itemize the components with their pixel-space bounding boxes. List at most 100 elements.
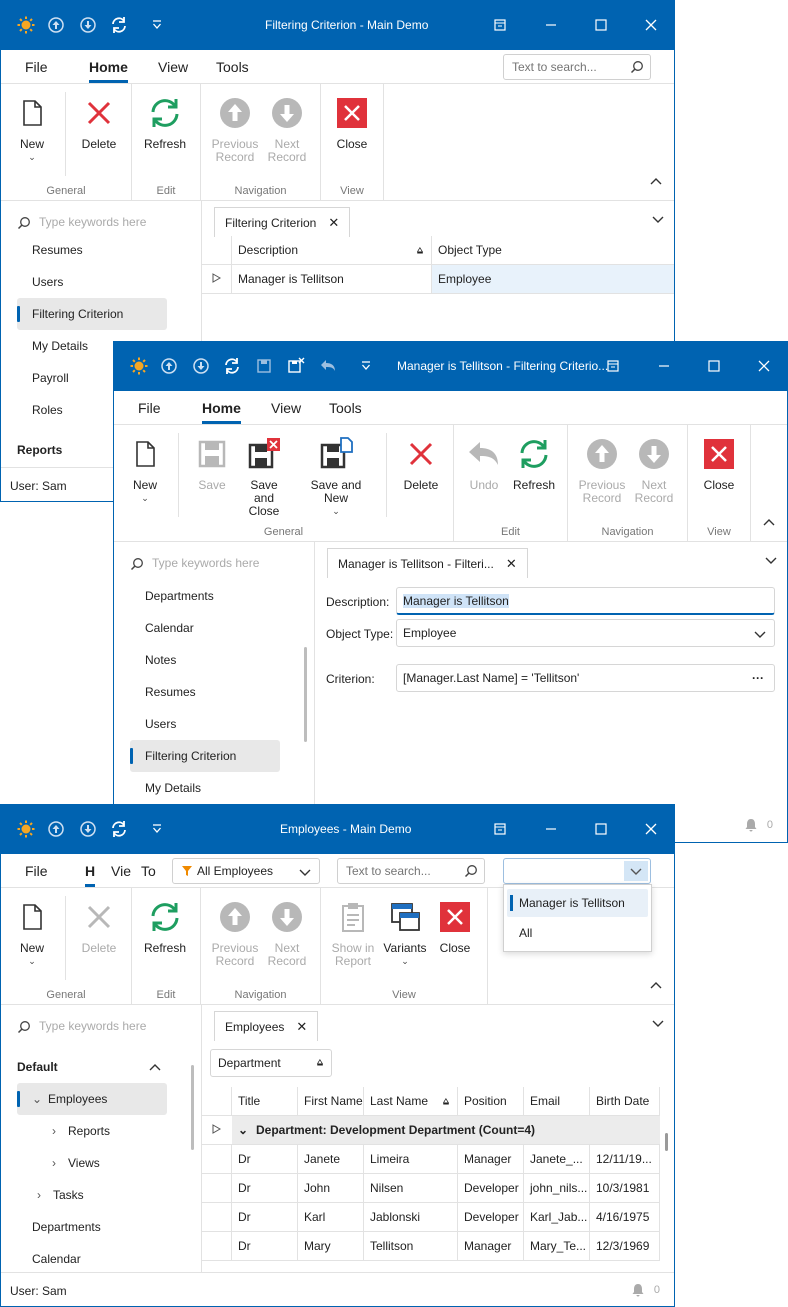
cell-position[interactable]: Manager	[458, 1145, 524, 1174]
group-chip-department[interactable]: Department ⩠	[210, 1049, 332, 1077]
nav-item-users[interactable]: Users	[130, 708, 280, 740]
nav-item-reports[interactable]: › Reports	[17, 1115, 167, 1147]
close-tab-icon[interactable]: ✕	[296, 1019, 307, 1034]
refresh-icon[interactable]	[110, 820, 128, 838]
dropdown-option-all[interactable]: All	[507, 919, 648, 947]
delete-button[interactable]: Delete	[391, 437, 451, 492]
close-tab-icon[interactable]: ✕	[328, 215, 339, 230]
nav-group-default[interactable]: Default	[17, 1060, 58, 1074]
menu-tools[interactable]: Tools	[216, 59, 249, 75]
cell-title[interactable]: Dr	[232, 1145, 298, 1174]
minimize-icon[interactable]	[540, 818, 562, 840]
restore-layout-icon[interactable]	[602, 355, 624, 377]
row-indicator[interactable]	[202, 1145, 232, 1174]
criterion-field[interactable]: [Manager.Last Name] = 'Tellitson' ···	[396, 664, 775, 692]
menu-tools[interactable]: To	[141, 863, 156, 879]
refresh-icon[interactable]	[223, 357, 241, 375]
cell-email[interactable]: Mary_Te...	[524, 1232, 590, 1261]
row-indicator[interactable]	[202, 1232, 232, 1261]
column-header-position[interactable]: Position	[458, 1087, 524, 1116]
nav-item-users[interactable]: Users	[17, 266, 167, 298]
chevron-down-icon[interactable]	[652, 213, 664, 225]
close-tab-icon[interactable]: ✕	[506, 556, 517, 571]
previous-record-icon[interactable]	[47, 16, 65, 34]
group-row-expand-icon[interactable]	[202, 1116, 232, 1145]
undo-icon[interactable]	[319, 357, 337, 375]
nav-item-calendar[interactable]: Calendar	[130, 612, 280, 644]
nav-item-departments[interactable]: Departments	[130, 580, 280, 612]
grid-scrollbar[interactable]	[665, 1133, 668, 1151]
nav-item-my-details[interactable]: My Details	[130, 772, 280, 804]
cell-object-type[interactable]: Employee	[432, 265, 674, 294]
menu-file[interactable]: File	[138, 400, 161, 416]
nav-scrollbar[interactable]	[304, 647, 307, 742]
row-indicator[interactable]	[202, 1203, 232, 1232]
ellipsis-icon[interactable]: ···	[752, 665, 764, 691]
row-indicator[interactable]	[202, 1174, 232, 1203]
cell-email[interactable]: Janete_...	[524, 1145, 590, 1174]
cell-email[interactable]: john_nils...	[524, 1174, 590, 1203]
next-record-icon[interactable]	[79, 820, 97, 838]
menu-view[interactable]: Vie	[111, 863, 131, 879]
chevron-down-icon[interactable]: ⌄	[238, 1116, 256, 1144]
dropdown-option-manager-is-tellitson[interactable]: Manager is Tellitson	[507, 889, 648, 917]
save-button[interactable]: Save	[182, 437, 242, 492]
menu-view[interactable]: View	[158, 59, 188, 75]
cell-title[interactable]: Dr	[232, 1203, 298, 1232]
close-button[interactable]: Close	[689, 437, 749, 492]
menu-file[interactable]: File	[25, 863, 48, 879]
restore-layout-icon[interactable]	[489, 818, 511, 840]
collapse-ribbon-icon[interactable]	[650, 176, 662, 188]
nav-item-resumes[interactable]: Resumes	[17, 234, 167, 266]
cell-position[interactable]: Developer	[458, 1174, 524, 1203]
dropdown-button[interactable]	[624, 861, 648, 881]
search-box[interactable]	[337, 858, 485, 884]
column-header-last-name[interactable]: Last Name ⩠	[364, 1087, 458, 1116]
chevron-down-icon[interactable]	[652, 1017, 664, 1029]
customize-toolbar-icon[interactable]	[148, 16, 166, 34]
cell-first-name[interactable]: John	[298, 1174, 364, 1203]
nav-item-calendar[interactable]: Calendar	[17, 1243, 167, 1275]
menu-view[interactable]: View	[271, 400, 301, 416]
column-header-birth-date[interactable]: Birth Date	[590, 1087, 660, 1116]
search-box[interactable]	[503, 54, 651, 80]
collapse-ribbon-icon[interactable]	[650, 980, 662, 992]
cell-position[interactable]: Developer	[458, 1203, 524, 1232]
minimize-icon[interactable]	[653, 355, 675, 377]
previous-record-icon[interactable]	[47, 820, 65, 838]
new-button[interactable]: New ⌄	[2, 96, 62, 163]
nav-group-reports[interactable]: Reports	[17, 443, 62, 457]
cell-last-name[interactable]: Tellitson	[364, 1232, 458, 1261]
restore-layout-icon[interactable]	[489, 14, 511, 36]
chevron-up-icon[interactable]	[149, 1062, 161, 1074]
collapse-ribbon-icon[interactable]	[763, 517, 775, 529]
nav-item-departments[interactable]: Departments	[17, 1211, 167, 1243]
nav-item-employees[interactable]: ⌄ Employees	[17, 1083, 167, 1115]
next-record-button[interactable]: Next Record	[257, 96, 317, 164]
refresh-button[interactable]: Refresh	[135, 900, 195, 955]
column-header-first-name[interactable]: First Name	[298, 1087, 364, 1116]
cell-email[interactable]: Karl_Jab...	[524, 1203, 590, 1232]
close-window-icon[interactable]	[640, 818, 662, 840]
criterion-combo[interactable]	[503, 858, 651, 884]
cell-last-name[interactable]: Nilsen	[364, 1174, 458, 1203]
menu-file[interactable]: File	[25, 59, 48, 75]
column-header-email[interactable]: Email	[524, 1087, 590, 1116]
customize-toolbar-icon[interactable]	[357, 357, 375, 375]
row-expand-icon[interactable]	[202, 265, 232, 294]
filter-combo[interactable]: All Employees	[172, 858, 320, 884]
close-button[interactable]: Close	[425, 900, 485, 955]
column-header-description[interactable]: Description ⩠	[232, 236, 432, 265]
search-input[interactable]	[510, 59, 620, 75]
cell-first-name[interactable]: Karl	[298, 1203, 364, 1232]
refresh-button[interactable]: Refresh	[135, 96, 195, 151]
save-and-new-button[interactable]: Save and New ⌄	[300, 437, 372, 517]
nav-search[interactable]: Type keywords here	[17, 1019, 146, 1034]
save-and-close-icon[interactable]	[287, 357, 305, 375]
search-icon[interactable]	[630, 60, 644, 74]
search-icon[interactable]	[464, 864, 478, 878]
menu-home[interactable]: Home	[202, 400, 241, 424]
cell-last-name[interactable]: Limeira	[364, 1145, 458, 1174]
previous-record-button[interactable]: Previous Record	[205, 900, 265, 968]
chevron-down-icon[interactable]: ⌄	[32, 1083, 48, 1115]
